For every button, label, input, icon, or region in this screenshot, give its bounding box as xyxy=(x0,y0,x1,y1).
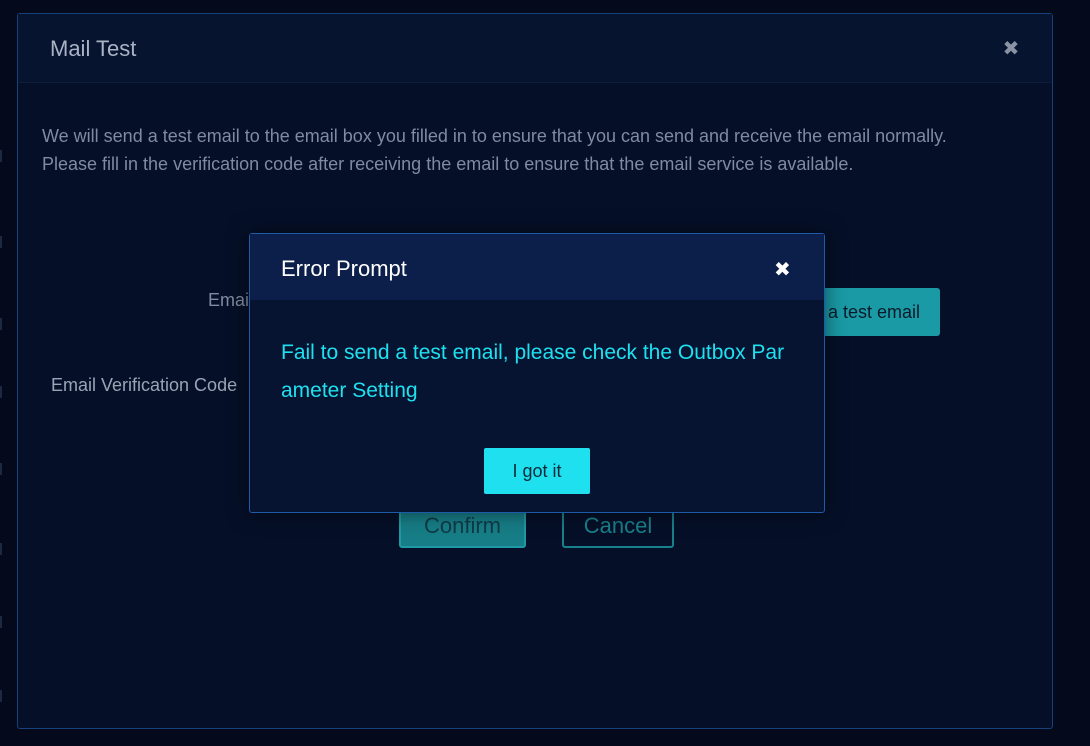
close-icon[interactable]: ✖ xyxy=(1002,39,1020,59)
dialog-title: Mail Test xyxy=(50,36,137,61)
got-it-button[interactable]: I got it xyxy=(484,448,590,494)
email-label: Emai xyxy=(208,290,250,310)
dialog-header: Mail Test ✖ xyxy=(18,14,1052,83)
dialog-description: We will send a test email to the email b… xyxy=(42,126,947,174)
verification-code-label: Email Verification Code xyxy=(51,375,238,395)
error-message: Fail to send a test email, please check … xyxy=(281,341,785,402)
background-edge-glimpse xyxy=(0,0,6,746)
error-dialog-header: Error Prompt ✖ xyxy=(250,234,824,300)
error-prompt-dialog: Error Prompt ✖ Fail to send a test email… xyxy=(249,233,825,513)
close-icon[interactable]: ✖ xyxy=(774,260,791,280)
error-dialog-title: Error Prompt xyxy=(281,256,407,281)
